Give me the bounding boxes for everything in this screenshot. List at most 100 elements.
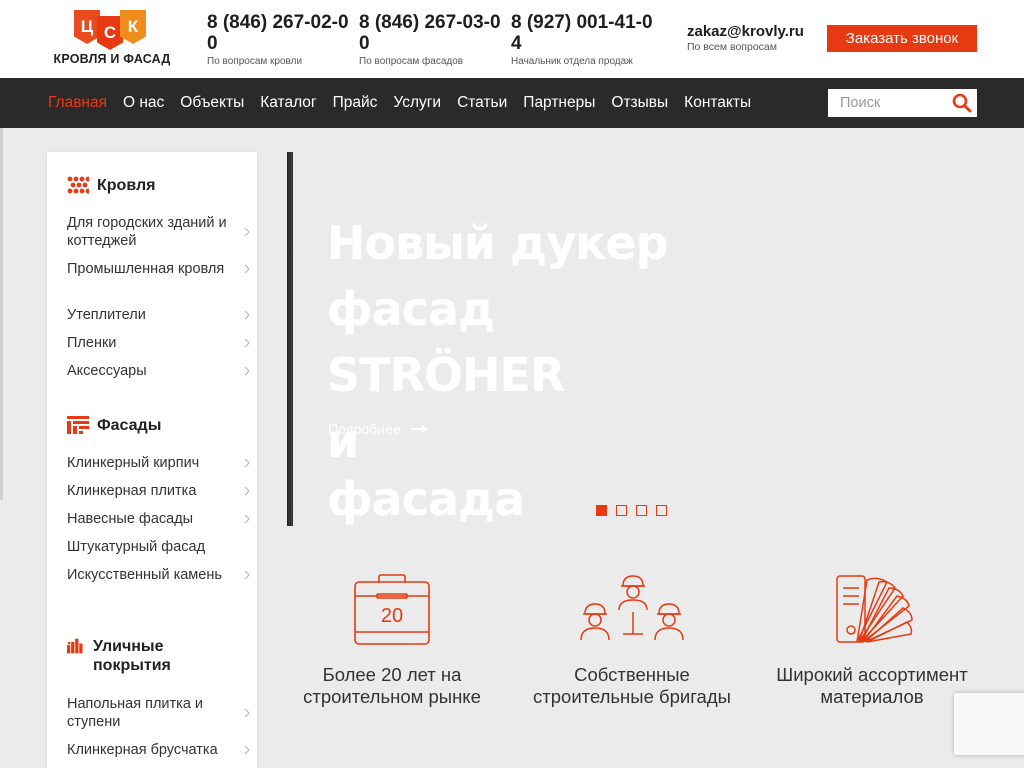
feature-own-brigades: Собственные строительные бригады	[532, 574, 732, 708]
email-block: zakaz@krovly.ru По всем вопросам	[687, 23, 804, 53]
slider-dot[interactable]	[596, 505, 607, 516]
nav-item[interactable]: Объекты	[180, 94, 244, 112]
workers-team-icon	[580, 575, 684, 641]
sidebar-item-insulation[interactable]: Утеплители	[67, 306, 253, 324]
phone-number[interactable]: 8 (927) 001-41-04	[511, 12, 659, 54]
sidebar-item-label: Для городских зданий и коттеджей	[67, 215, 227, 249]
feature-experience: 20 Более 20 лет на строительном рынке	[292, 574, 492, 708]
nav-item[interactable]: Услуги	[393, 94, 441, 112]
nav-item[interactable]: Отзывы	[611, 94, 668, 112]
sidebar-item-industrial-roofing[interactable]: Промышленная кровля	[67, 260, 253, 278]
chevron-right-icon	[244, 709, 250, 717]
nav-item[interactable]: О нас	[123, 94, 164, 112]
hero-title-line: Новый дукер	[327, 216, 669, 270]
hero-title: Новый дукер фасад STRÖHER и фасада	[327, 210, 767, 532]
phone-note: По вопросам фасадов	[359, 56, 464, 67]
search-input[interactable]	[828, 89, 948, 117]
search-box	[828, 89, 977, 117]
sidebar-item-label: Штукатурный фасад	[67, 539, 206, 555]
chevron-right-icon	[244, 571, 250, 579]
hero-title-line: фасад	[327, 282, 495, 336]
paving-icon	[67, 638, 83, 654]
logo[interactable]: Ц С К КРОВЛЯ И ФАСАД	[46, 10, 178, 68]
sidebar-item-label: Пленки	[67, 335, 117, 351]
hero-more-link[interactable]: Подробнее	[328, 421, 429, 437]
sidebar-item-label: Утеплители	[67, 307, 146, 323]
sidebar-section-title: Фасады	[97, 417, 162, 434]
sidebar-item-city-buildings[interactable]: Для городских зданий и коттеджей	[67, 214, 253, 250]
nav-item[interactable]: Главная	[48, 94, 107, 112]
sidebar-item-ventilated-facades[interactable]: Навесные фасады	[67, 510, 253, 528]
email-link[interactable]: zakaz@krovly.ru	[687, 23, 804, 40]
hero-title-line: STRÖHER	[327, 348, 565, 402]
sidebar-section-title: Уличные покрытия	[93, 638, 171, 674]
feature-caption: Широкий ассортимент материалов	[776, 664, 968, 707]
sidebar-item-artificial-stone[interactable]: Искусственный камень	[67, 566, 253, 584]
sidebar-section-paving[interactable]: Уличные покрытия	[67, 637, 193, 675]
nav-item[interactable]: Статьи	[457, 94, 507, 112]
phone-roofing: 8 (846) 267-02-00 По вопросам кровли	[207, 12, 355, 67]
page-edge-strip	[0, 128, 3, 500]
chevron-right-icon	[244, 459, 250, 467]
slider-pagination	[596, 505, 676, 516]
chevron-right-icon	[244, 339, 250, 347]
sidebar-item-accessories[interactable]: Аксессуары	[67, 362, 253, 380]
chevron-right-icon	[244, 228, 250, 236]
sidebar-item-label: Искусственный камень	[67, 567, 222, 583]
phone-sales-head: 8 (927) 001-41-04 Начальник отдела прода…	[511, 12, 659, 67]
sidebar-item-clinker-tile[interactable]: Клинкерная плитка	[67, 482, 253, 500]
slider-dot[interactable]	[616, 505, 627, 516]
nav-item[interactable]: Партнеры	[523, 94, 595, 112]
nav-item[interactable]: Прайс	[333, 94, 378, 112]
hero-slide-image-edge	[287, 152, 293, 526]
feature-wide-range: Широкий ассортимент материалов	[772, 574, 972, 708]
briefcase-badge-text: 20	[381, 605, 403, 627]
nav-items: Главная О нас Объекты Каталог Прайс Услуги Ста…	[48, 78, 767, 128]
phone-number[interactable]: 8 (846) 267-03-00	[359, 12, 507, 54]
sidebar-item-label: Клинкерная брусчатка	[67, 742, 218, 758]
sidebar-item-label: Клинкерный кирпич	[67, 455, 200, 471]
search-icon[interactable]	[951, 92, 973, 114]
sidebar-item-plaster-facade[interactable]: Штукатурный фасад	[67, 538, 253, 556]
feature-caption: Собственные строительные бригады	[533, 664, 731, 707]
sidebar-item-films[interactable]: Пленки	[67, 334, 253, 352]
logo-letter: С	[97, 16, 123, 50]
recaptcha-badge[interactable]	[954, 693, 1024, 755]
email-note: По всем вопросам	[687, 41, 777, 53]
nav-item[interactable]: Каталог	[260, 94, 316, 112]
logo-text: КРОВЛЯ И ФАСАД	[53, 52, 171, 66]
logo-letter: Ц	[74, 10, 100, 44]
hero-title-line: и	[327, 414, 359, 468]
sidebar-section-title: Кровля	[97, 177, 156, 194]
sidebar-item-label: Аксессуары	[67, 363, 147, 379]
chevron-right-icon	[244, 367, 250, 375]
header: Ц С К КРОВЛЯ И ФАСАД 8 (846) 267-02-00 П…	[0, 0, 1024, 78]
phone-note: Начальник отдела продаж	[511, 56, 633, 67]
sidebar-item-label: Навесные фасады	[67, 511, 194, 527]
logo-letter: К	[120, 10, 146, 44]
phone-number[interactable]: 8 (846) 267-02-00	[207, 12, 355, 54]
chevron-right-icon	[244, 515, 250, 523]
sidebar-section-roofing[interactable]: Кровля	[67, 176, 155, 195]
phone-note: По вопросам кровли	[207, 56, 303, 67]
chevron-right-icon	[244, 746, 250, 754]
order-callback-button[interactable]: Заказать звонок	[827, 25, 977, 52]
slider-dot[interactable]	[656, 505, 667, 516]
catalog-sidebar: Кровля Для городских зданий и коттеджей …	[47, 152, 257, 768]
chevron-right-icon	[244, 487, 250, 495]
hero-more-label: Подробнее	[328, 421, 401, 437]
sidebar-item-label: Клинкерная плитка	[67, 483, 197, 499]
slider-dot[interactable]	[636, 505, 647, 516]
swatch-fan-icon	[836, 575, 913, 643]
sidebar-item-clinker-paving[interactable]: Клинкерная брусчатка	[67, 741, 253, 759]
nav-item[interactable]: Контакты	[684, 94, 751, 112]
sidebar-item-floor-tiles[interactable]: Напольная плитка и ступени	[67, 695, 253, 731]
sidebar-item-label: Промышленная кровля	[67, 261, 225, 277]
sidebar-item-clinker-brick[interactable]: Клинкерный кирпич	[67, 454, 253, 472]
sidebar-section-facades[interactable]: Фасады	[67, 416, 161, 435]
logo-mark: Ц С К	[74, 10, 146, 50]
chevron-right-icon	[244, 311, 250, 319]
arrow-right-icon	[410, 425, 428, 433]
roof-tiles-icon	[67, 176, 89, 194]
sidebar-item-label: Напольная плитка и ступени	[67, 696, 204, 730]
